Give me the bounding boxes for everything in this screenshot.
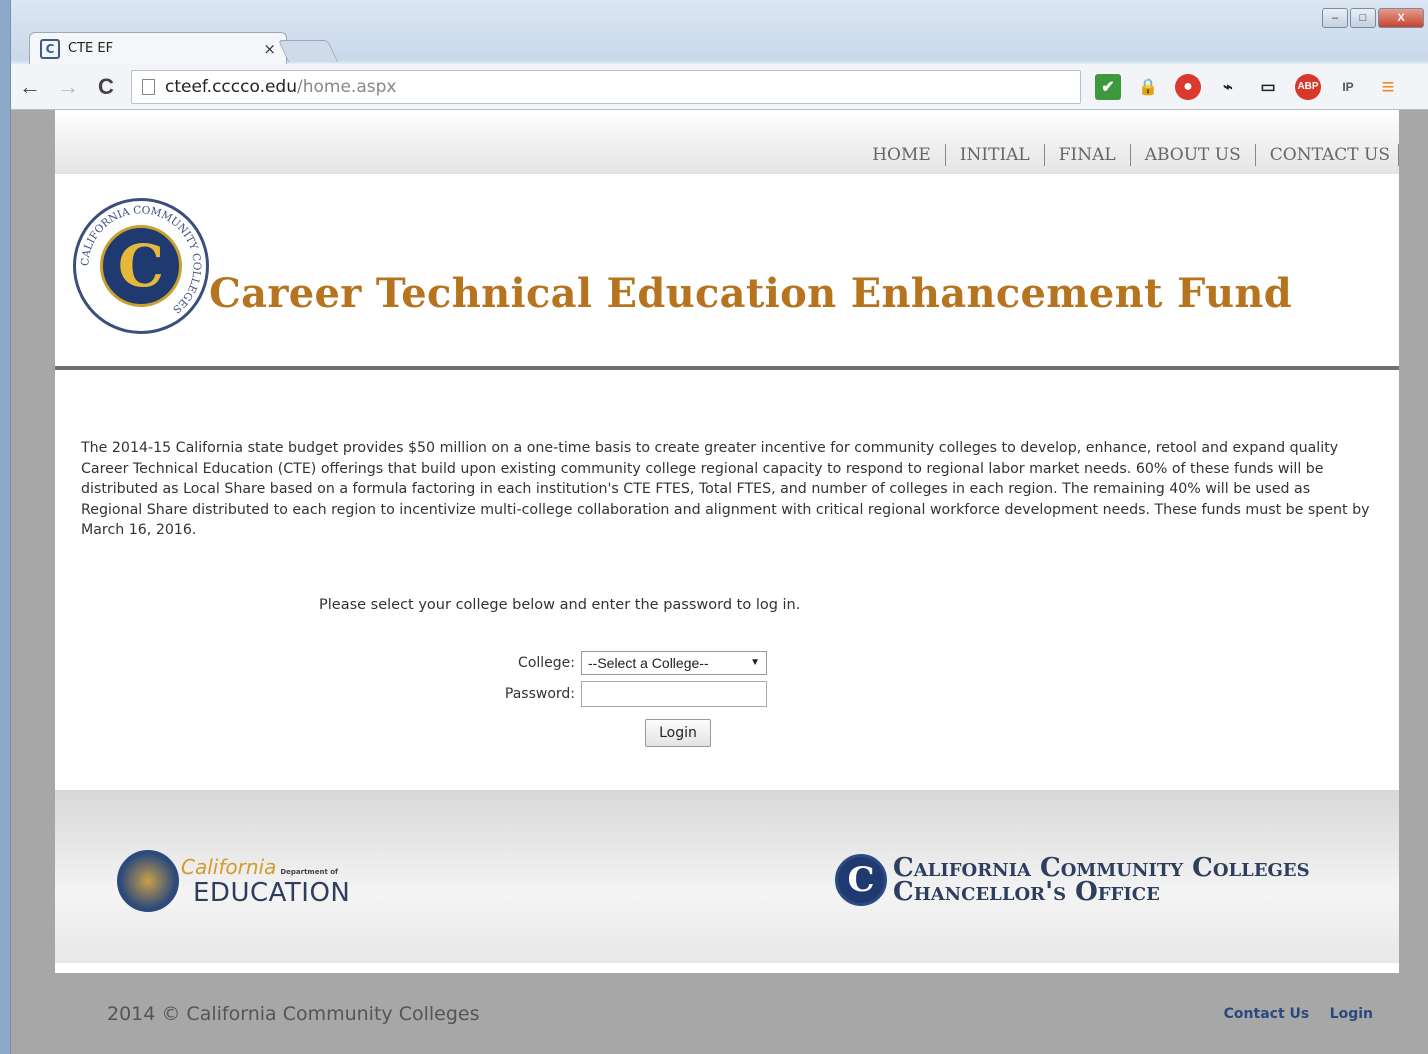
pulse-icon[interactable]: ⌁ [1215, 74, 1241, 100]
cde-dept: Department of [280, 867, 339, 876]
stop-icon[interactable]: ● [1175, 73, 1201, 100]
login-button[interactable]: Login [645, 718, 711, 747]
college-row: College: --Select a College-- ▼ [485, 650, 767, 675]
ccco-seal-icon: C [835, 854, 887, 906]
site-header: CALIFORNIA COMMUNITY COLLEGES C Career T… [55, 174, 1399, 370]
main-content: The 2014-15 California state budget prov… [55, 370, 1399, 790]
password-row: Password: [485, 680, 767, 707]
browser-window: C CTE EF × – □ X ← → C cteef.cccco.edu/h… [10, 0, 1428, 1054]
partner-logos: California Department of EDUCATION C Cali… [55, 790, 1399, 968]
copyright: 2014 © California Community Colleges [107, 1002, 480, 1025]
reload-button[interactable]: C [87, 74, 125, 100]
lock-icon[interactable]: 🔒 [1135, 74, 1161, 100]
new-tab-button[interactable] [277, 40, 339, 62]
college-label: College: [518, 654, 575, 671]
forward-button[interactable]: → [49, 74, 87, 100]
dropdown-arrow-icon: ▼ [750, 657, 760, 668]
cast-icon[interactable]: ▭ [1255, 74, 1281, 100]
page-footer: 2014 © California Community Colleges Con… [55, 973, 1399, 1054]
url-host: cteef.cccco.edu [165, 76, 297, 97]
ccco-logo: C California Community Colleges Chancell… [835, 854, 1310, 906]
adblock-icon[interactable]: ABP [1295, 73, 1321, 100]
browser-tab[interactable]: C CTE EF × [29, 32, 287, 64]
password-input[interactable] [581, 680, 767, 707]
password-label: Password: [504, 685, 575, 702]
url-path: /home.aspx [297, 76, 397, 97]
footer-contact-us-link[interactable]: Contact Us [1224, 1006, 1310, 1022]
ip-icon[interactable]: IP [1335, 74, 1361, 100]
cde-california: California [181, 854, 277, 879]
page: HOME INITIAL FINAL ABOUT US CONTACT US C… [55, 110, 1399, 1054]
ccco-line2: Chancellor's Office [893, 877, 1160, 907]
maximize-button[interactable]: □ [1350, 8, 1376, 28]
nav-final[interactable]: FINAL [1045, 144, 1131, 166]
page-icon [142, 78, 155, 95]
ccc-seal-logo: CALIFORNIA COMMUNITY COLLEGES C [73, 198, 209, 334]
tab-title: CTE EF [68, 41, 114, 56]
page-viewport: HOME INITIAL FINAL ABOUT US CONTACT US C… [11, 110, 1428, 1054]
login-form: College: --Select a College-- ▼ Password… [81, 650, 1371, 781]
browser-toolbar: ← → C cteef.cccco.edu/home.aspx ✔ 🔒 ● ⌁ … [11, 64, 1428, 110]
minimize-button[interactable]: – [1322, 8, 1348, 28]
nav-home[interactable]: HOME [858, 144, 946, 166]
cde-education: EDUCATION [193, 877, 351, 908]
college-selected-value: --Select a College-- [588, 654, 709, 671]
extension-bar: ✔ 🔒 ● ⌁ ▭ ABP IP ≡ [1095, 73, 1401, 100]
cde-logo: California Department of EDUCATION [117, 850, 350, 912]
page-title: Career Technical Education Enhancement F… [209, 270, 1293, 317]
site-favicon-icon: C [40, 38, 60, 59]
nav-contact-us[interactable]: CONTACT US [1256, 144, 1399, 166]
tab-close-icon[interactable]: × [263, 40, 276, 58]
nav-about-us[interactable]: ABOUT US [1131, 144, 1256, 166]
login-prompt: Please select your college below and ent… [319, 596, 801, 613]
window-controls: – □ X [1322, 8, 1424, 28]
address-bar[interactable]: cteef.cccco.edu/home.aspx [131, 69, 1081, 104]
nav-initial[interactable]: INITIAL [946, 144, 1045, 166]
top-navigation: HOME INITIAL FINAL ABOUT US CONTACT US [55, 110, 1399, 174]
seal-letter: C [100, 225, 182, 307]
college-select[interactable]: --Select a College-- ▼ [581, 650, 767, 675]
footer-links: Contact Us Login [1208, 1005, 1373, 1023]
back-button[interactable]: ← [11, 74, 49, 100]
cde-seal-icon [117, 850, 179, 912]
checkmark-icon[interactable]: ✔ [1095, 73, 1121, 100]
tab-strip: C CTE EF × – □ X [11, 0, 1428, 64]
menu-icon[interactable]: ≡ [1375, 74, 1401, 100]
footer-login-link[interactable]: Login [1330, 1006, 1373, 1022]
intro-paragraph: The 2014-15 California state budget prov… [81, 440, 1370, 538]
close-window-button[interactable]: X [1378, 8, 1424, 28]
